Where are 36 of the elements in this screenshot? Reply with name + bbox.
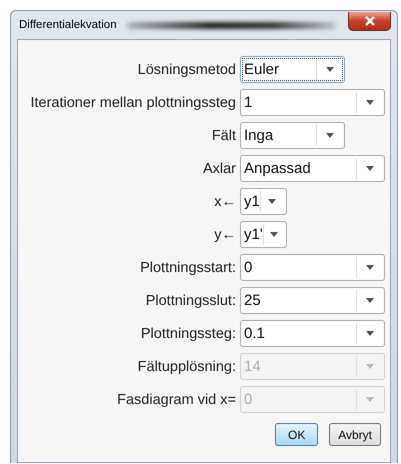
combo-box[interactable]: 0 (240, 254, 385, 281)
dropdown-arrow-icon (326, 133, 334, 138)
combo-box[interactable]: 0.1 (240, 320, 385, 347)
combo-box[interactable]: 25 (240, 287, 385, 314)
dropdown-arrow-icon (366, 298, 374, 303)
dropdown-arrow-icon (366, 331, 374, 336)
field-label: Lösningsmetod (136, 62, 236, 78)
dropdown-arrow-icon (366, 265, 374, 270)
combo-box[interactable]: Anpassad (240, 155, 385, 182)
combo-box[interactable]: y1 (240, 188, 287, 215)
dropdown-arrow-icon (366, 166, 374, 171)
field-label: Fältupplösning: (136, 358, 236, 374)
close-button[interactable] (348, 12, 391, 30)
combo-box[interactable]: Euler (240, 56, 345, 83)
cancel-button[interactable]: Avbryt (329, 423, 381, 446)
dropdown-arrow-icon (366, 364, 374, 369)
field-label: y← (213, 226, 236, 242)
field-label: x← (213, 194, 236, 210)
dropdown-arrow-icon (326, 67, 334, 72)
field-label: Axlar (202, 160, 236, 176)
dropdown-arrow-icon (268, 199, 276, 204)
ok-button[interactable]: OK (275, 423, 318, 446)
field-label: Plottningsstart: (139, 260, 236, 276)
field-label: Iterationer mellan plottningssteg (29, 94, 236, 110)
field-label: Plottningsslut: (144, 292, 236, 308)
field-label: Fält (210, 128, 236, 144)
field-label: Fasdiagram vid x= (116, 392, 236, 408)
dropdown-arrow-icon (270, 232, 278, 237)
window-title: Differentialekvation (18, 19, 117, 31)
combo-box[interactable]: y1' (240, 221, 287, 248)
combo-box[interactable]: Inga (240, 122, 345, 149)
combo-box[interactable]: 1 (240, 89, 385, 116)
dropdown-arrow-icon (366, 100, 374, 105)
dropdown-arrow-icon (366, 397, 374, 402)
close-icon (364, 16, 376, 26)
field-label: Plottningssteg: (140, 326, 236, 342)
